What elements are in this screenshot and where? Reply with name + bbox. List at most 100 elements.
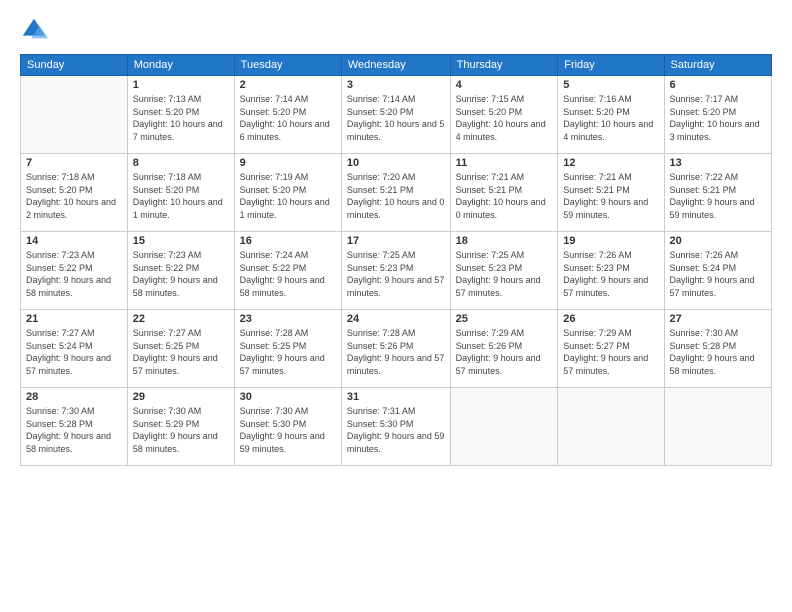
day-info: Sunrise: 7:19 AMSunset: 5:20 PMDaylight:…	[240, 171, 336, 221]
day-info: Sunrise: 7:15 AMSunset: 5:20 PMDaylight:…	[456, 93, 553, 143]
calendar-cell: 24 Sunrise: 7:28 AMSunset: 5:26 PMDayligh…	[341, 310, 450, 388]
day-info: Sunrise: 7:26 AMSunset: 5:24 PMDaylight:…	[670, 249, 766, 299]
day-number: 27	[670, 313, 766, 325]
calendar-body: 1Sunrise: 7:13 AMSunset: 5:20 PMDaylight…	[21, 76, 772, 466]
calendar-cell: 16 Sunrise: 7:24 AMSunset: 5:22 PMDayligh…	[234, 232, 341, 310]
logo-icon	[20, 16, 48, 44]
day-number: 6	[670, 79, 766, 91]
day-number: 28	[26, 391, 122, 403]
calendar-cell: 9 Sunrise: 7:19 AMSunset: 5:20 PMDaylight…	[234, 154, 341, 232]
day-info: Sunrise: 7:24 AMSunset: 5:22 PMDaylight:…	[240, 249, 336, 299]
day-info: Sunrise: 7:21 AMSunset: 5:21 PMDaylight:…	[563, 171, 658, 221]
day-info: Sunrise: 7:14 AMSunset: 5:20 PMDaylight:…	[347, 93, 445, 143]
day-info: Sunrise: 7:27 AMSunset: 5:24 PMDaylight:…	[26, 327, 122, 377]
day-info: Sunrise: 7:14 AMSunset: 5:20 PMDaylight:…	[240, 93, 336, 143]
day-number: 15	[133, 235, 229, 247]
day-info: Sunrise: 7:25 AMSunset: 5:23 PMDaylight:…	[347, 249, 445, 299]
day-number: 29	[133, 391, 229, 403]
day-number: 10	[347, 157, 445, 169]
day-info: Sunrise: 7:23 AMSunset: 5:22 PMDaylight:…	[133, 249, 229, 299]
day-info: Sunrise: 7:31 AMSunset: 5:30 PMDaylight:…	[347, 405, 445, 455]
day-info: Sunrise: 7:30 AMSunset: 5:28 PMDaylight:…	[670, 327, 766, 377]
day-number: 4	[456, 79, 553, 91]
day-info: Sunrise: 7:30 AMSunset: 5:30 PMDaylight:…	[240, 405, 336, 455]
calendar-cell: 3 Sunrise: 7:14 AMSunset: 5:20 PMDaylight…	[341, 76, 450, 154]
calendar-cell: 26Sunrise: 7:29 AMSunset: 5:27 PMDayligh…	[558, 310, 664, 388]
calendar-cell: 14 Sunrise: 7:23 AMSunset: 5:22 PMDayligh…	[21, 232, 128, 310]
day-number: 3	[347, 79, 445, 91]
calendar-week-row: 21 Sunrise: 7:27 AMSunset: 5:24 PMDayligh…	[21, 310, 772, 388]
calendar-cell: 15 Sunrise: 7:23 AMSunset: 5:22 PMDayligh…	[127, 232, 234, 310]
calendar-cell	[450, 388, 558, 466]
day-number: 1	[133, 79, 229, 91]
day-number: 24	[347, 313, 445, 325]
day-info: Sunrise: 7:22 AMSunset: 5:21 PMDaylight:…	[670, 171, 766, 221]
calendar-cell: 7 Sunrise: 7:18 AMSunset: 5:20 PMDaylight…	[21, 154, 128, 232]
day-info: Sunrise: 7:29 AMSunset: 5:27 PMDaylight:…	[563, 327, 658, 377]
day-number: 16	[240, 235, 336, 247]
calendar-cell: 25 Sunrise: 7:29 AMSunset: 5:26 PMDayligh…	[450, 310, 558, 388]
day-info: Sunrise: 7:23 AMSunset: 5:22 PMDaylight:…	[26, 249, 122, 299]
day-number: 19	[563, 235, 658, 247]
calendar-cell: 30 Sunrise: 7:30 AMSunset: 5:30 PMDayligh…	[234, 388, 341, 466]
calendar-cell: 28 Sunrise: 7:30 AMSunset: 5:28 PMDayligh…	[21, 388, 128, 466]
day-info: Sunrise: 7:28 AMSunset: 5:26 PMDaylight:…	[347, 327, 445, 377]
day-number: 31	[347, 391, 445, 403]
day-number: 2	[240, 79, 336, 91]
calendar-cell: 27 Sunrise: 7:30 AMSunset: 5:28 PMDayligh…	[664, 310, 771, 388]
day-number: 23	[240, 313, 336, 325]
calendar-cell: 19 Sunrise: 7:26 AMSunset: 5:23 PMDayligh…	[558, 232, 664, 310]
weekday-header: Sunday	[21, 55, 128, 76]
calendar-week-row: 1Sunrise: 7:13 AMSunset: 5:20 PMDaylight…	[21, 76, 772, 154]
day-info: Sunrise: 7:21 AMSunset: 5:21 PMDaylight:…	[456, 171, 553, 221]
day-number: 9	[240, 157, 336, 169]
weekday-header: Saturday	[664, 55, 771, 76]
page: SundayMondayTuesdayWednesdayThursdayFrid…	[0, 0, 792, 612]
day-number: 14	[26, 235, 122, 247]
calendar-cell: 4 Sunrise: 7:15 AMSunset: 5:20 PMDaylight…	[450, 76, 558, 154]
calendar-cell: 17 Sunrise: 7:25 AMSunset: 5:23 PMDayligh…	[341, 232, 450, 310]
calendar-week-row: 28 Sunrise: 7:30 AMSunset: 5:28 PMDayligh…	[21, 388, 772, 466]
day-number: 30	[240, 391, 336, 403]
day-number: 20	[670, 235, 766, 247]
header	[20, 16, 772, 44]
calendar-cell: 10Sunrise: 7:20 AMSunset: 5:21 PMDayligh…	[341, 154, 450, 232]
day-number: 8	[133, 157, 229, 169]
day-number: 21	[26, 313, 122, 325]
weekday-header: Tuesday	[234, 55, 341, 76]
day-number: 17	[347, 235, 445, 247]
logo	[20, 16, 52, 44]
calendar-cell: 6Sunrise: 7:17 AMSunset: 5:20 PMDaylight…	[664, 76, 771, 154]
day-info: Sunrise: 7:26 AMSunset: 5:23 PMDaylight:…	[563, 249, 658, 299]
weekday-header: Wednesday	[341, 55, 450, 76]
day-number: 13	[670, 157, 766, 169]
weekday-header: Thursday	[450, 55, 558, 76]
calendar-cell: 12Sunrise: 7:21 AMSunset: 5:21 PMDayligh…	[558, 154, 664, 232]
day-number: 22	[133, 313, 229, 325]
calendar-cell: 23 Sunrise: 7:28 AMSunset: 5:25 PMDayligh…	[234, 310, 341, 388]
weekday-row: SundayMondayTuesdayWednesdayThursdayFrid…	[21, 55, 772, 76]
day-info: Sunrise: 7:25 AMSunset: 5:23 PMDaylight:…	[456, 249, 553, 299]
day-info: Sunrise: 7:30 AMSunset: 5:28 PMDaylight:…	[26, 405, 122, 455]
day-info: Sunrise: 7:27 AMSunset: 5:25 PMDaylight:…	[133, 327, 229, 377]
day-number: 7	[26, 157, 122, 169]
weekday-header: Monday	[127, 55, 234, 76]
day-info: Sunrise: 7:18 AMSunset: 5:20 PMDaylight:…	[26, 171, 122, 221]
weekday-header: Friday	[558, 55, 664, 76]
calendar-cell: 21 Sunrise: 7:27 AMSunset: 5:24 PMDayligh…	[21, 310, 128, 388]
day-info: Sunrise: 7:28 AMSunset: 5:25 PMDaylight:…	[240, 327, 336, 377]
calendar-cell: 8 Sunrise: 7:18 AMSunset: 5:20 PMDaylight…	[127, 154, 234, 232]
day-number: 5	[563, 79, 658, 91]
calendar-table: SundayMondayTuesdayWednesdayThursdayFrid…	[20, 54, 772, 466]
calendar-week-row: 7 Sunrise: 7:18 AMSunset: 5:20 PMDaylight…	[21, 154, 772, 232]
calendar-cell: 29 Sunrise: 7:30 AMSunset: 5:29 PMDayligh…	[127, 388, 234, 466]
day-info: Sunrise: 7:29 AMSunset: 5:26 PMDaylight:…	[456, 327, 553, 377]
calendar-cell	[21, 76, 128, 154]
calendar-header: SundayMondayTuesdayWednesdayThursdayFrid…	[21, 55, 772, 76]
calendar-cell	[664, 388, 771, 466]
day-info: Sunrise: 7:30 AMSunset: 5:29 PMDaylight:…	[133, 405, 229, 455]
day-info: Sunrise: 7:18 AMSunset: 5:20 PMDaylight:…	[133, 171, 229, 221]
day-number: 25	[456, 313, 553, 325]
calendar-cell: 13 Sunrise: 7:22 AMSunset: 5:21 PMDayligh…	[664, 154, 771, 232]
calendar-cell: 20 Sunrise: 7:26 AMSunset: 5:24 PMDayligh…	[664, 232, 771, 310]
